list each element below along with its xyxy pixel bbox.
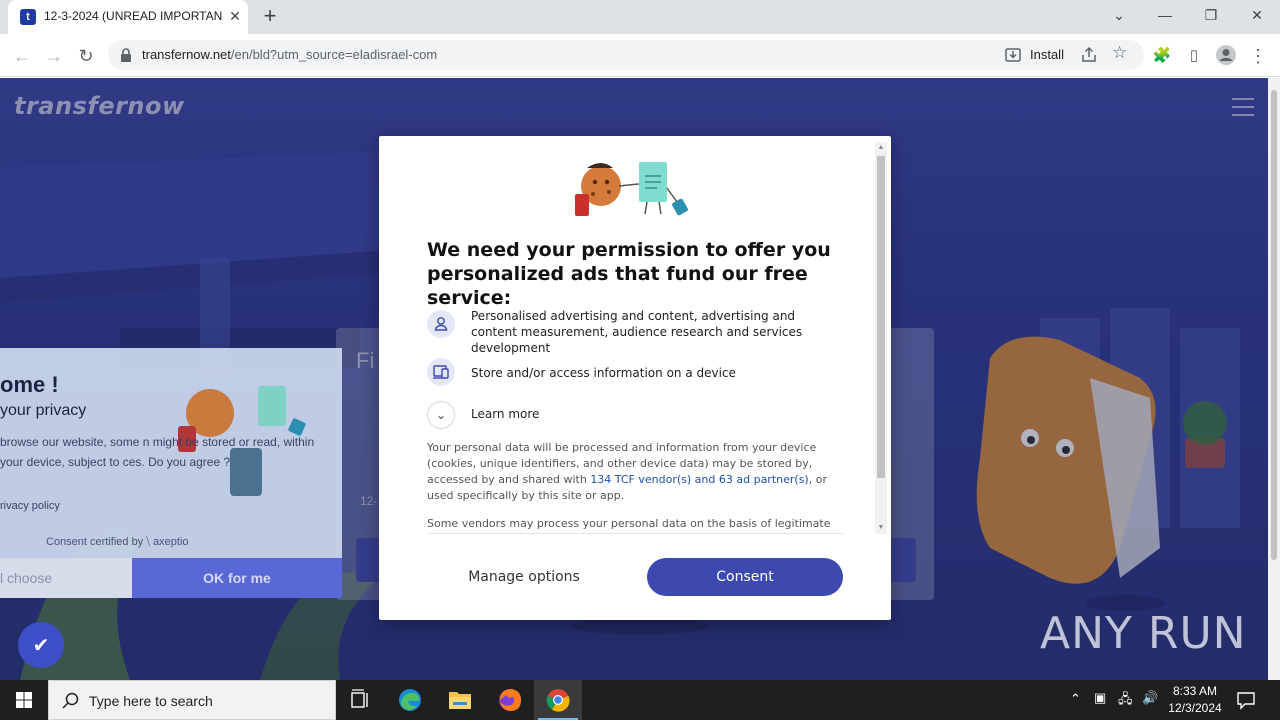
bg-privacy-policy-link: rivacy policy [0,500,60,512]
search-icon [62,692,79,709]
dialog-scrollbar[interactable]: ▲ ▼ [875,142,887,534]
browser-toolbar: ← → ↻ transfernow.net/en/bld?utm_source=… [0,34,1280,77]
tray-device-icon[interactable]: ▣ [1094,690,1106,706]
axeptio-consent-card: ome ! your privacy browse our website, s… [0,348,342,598]
learn-more-label[interactable]: Learn more [471,407,539,421]
taskbar-search-input[interactable]: Type here to search [48,680,336,720]
bg-certified-label: Consent certified by ⧹ axeptio [46,536,189,548]
profile-avatar-icon[interactable] [1214,44,1238,68]
install-label[interactable]: Install [1030,47,1064,62]
purpose-item-advertising: Personalised advertising and content, ad… [427,308,847,355]
install-app-icon[interactable] [1004,46,1022,64]
browser-tab[interactable]: t 12-3-2024 (UNREAD IMPORTANT ✕ [8,0,248,34]
bg-ok-button: OK for me [132,558,342,598]
restore-button[interactable]: ❐ [1188,0,1234,30]
bg-choose-button: l choose [0,558,132,598]
cookie-mascot-illustration [575,162,688,216]
back-arrow-icon[interactable]: ← [8,42,36,70]
bg-welcome-heading: ome ! [0,372,59,397]
consent-dialog: We need your permission to offer you per… [379,136,891,620]
bg-privacy-heading: your privacy [0,402,87,419]
anyrun-watermark: ANY RUN [1040,608,1247,659]
purpose-item-storage: Store and/or access information on a dev… [427,358,847,388]
url-host: transfernow.net [142,47,231,62]
share-icon[interactable] [1080,46,1098,64]
search-placeholder: Type here to search [89,693,213,709]
side-panel-icon[interactable]: ▯ [1182,44,1206,68]
tab-close-icon[interactable]: ✕ [226,7,244,25]
system-tray: ⌃ ▣ 🖧 🔊 [1066,680,1170,720]
dialog-description: Your personal data will be processed and… [427,440,837,504]
learn-more-toggle[interactable]: ⌄ Learn more [427,401,627,429]
chrome-icon[interactable] [534,680,582,720]
scroll-thumb[interactable] [877,156,885,478]
manage-options-button[interactable]: Manage options [447,558,601,596]
reload-icon[interactable]: ↻ [72,42,100,70]
firefox-icon[interactable] [486,680,534,720]
new-tab-button[interactable]: + [258,4,282,28]
minimize-button[interactable]: — [1142,0,1188,30]
axeptio-widget-icon[interactable]: ✔ [18,622,64,668]
network-icon[interactable]: 🖧 [1118,690,1133,712]
edge-browser-icon[interactable] [386,680,434,720]
device-icon [427,358,455,386]
url-path: /en/bld?utm_source=eladisrael-com [230,47,438,62]
scroll-up-icon[interactable]: ▲ [875,142,887,154]
chevron-down-icon[interactable]: ⌄ [427,401,455,429]
volume-icon[interactable]: 🔊 [1142,690,1158,706]
windows-start-icon[interactable] [0,680,48,720]
dialog-legitimate-interest-text: Some vendors may process your personal d… [427,516,843,534]
dialog-title: We need your permission to offer you per… [427,239,831,309]
purpose-storage-text: Store and/or access information on a dev… [471,366,736,380]
consent-button[interactable]: Consent [647,558,843,596]
notification-icon[interactable] [1234,688,1258,712]
clock-date: 12/3/2024 [1168,701,1222,715]
taskbar-clock[interactable]: 8:33 AM 12/3/2024 [1168,683,1222,717]
page-scroll-thumb[interactable] [1271,90,1277,560]
forward-arrow-icon[interactable]: → [40,42,68,70]
kebab-menu-icon[interactable]: ⋮ [1246,44,1270,68]
tab-title: 12-3-2024 (UNREAD IMPORTANT [44,9,222,23]
url-text[interactable]: transfernow.net/en/bld?utm_source=eladis… [142,47,437,62]
clock-time: 8:33 AM [1172,684,1218,698]
extensions-puzzle-icon[interactable]: 🧩 [1150,44,1174,68]
page-scrollbar[interactable] [1268,78,1280,680]
bg-consent-text: browse our website, some n might be stor… [0,435,315,469]
scroll-down-icon[interactable]: ▼ [875,522,887,534]
purpose-advertising-text: Personalised advertising and content, ad… [471,309,803,355]
task-view-icon[interactable] [336,680,384,720]
lock-icon[interactable] [120,48,132,62]
address-bar[interactable]: transfernow.net/en/bld?utm_source=eladis… [108,40,1144,70]
window-close-button[interactable]: ✕ [1234,0,1280,30]
file-explorer-icon[interactable] [436,680,484,720]
tray-chevron-up-icon[interactable]: ⌃ [1070,691,1081,707]
tab-search-chevron-down-icon[interactable]: ⌄ [1096,0,1142,30]
person-icon [427,310,455,338]
windows-taskbar: Type here to search ⌃ ▣ 🖧 🔊 8:33 AM 12/3… [0,680,1280,720]
tab-strip: t 12-3-2024 (UNREAD IMPORTANT ✕ + ⌄ — ❐ … [0,0,1280,34]
site-favicon-icon: t [20,9,36,25]
bookmark-star-icon[interactable]: ☆ [1112,43,1127,63]
web-page: transfernow Fi 12- ome ! your privacy br… [0,78,1268,680]
vendors-link[interactable]: 134 TCF vendor(s) and 63 ad partner(s) [590,473,808,486]
